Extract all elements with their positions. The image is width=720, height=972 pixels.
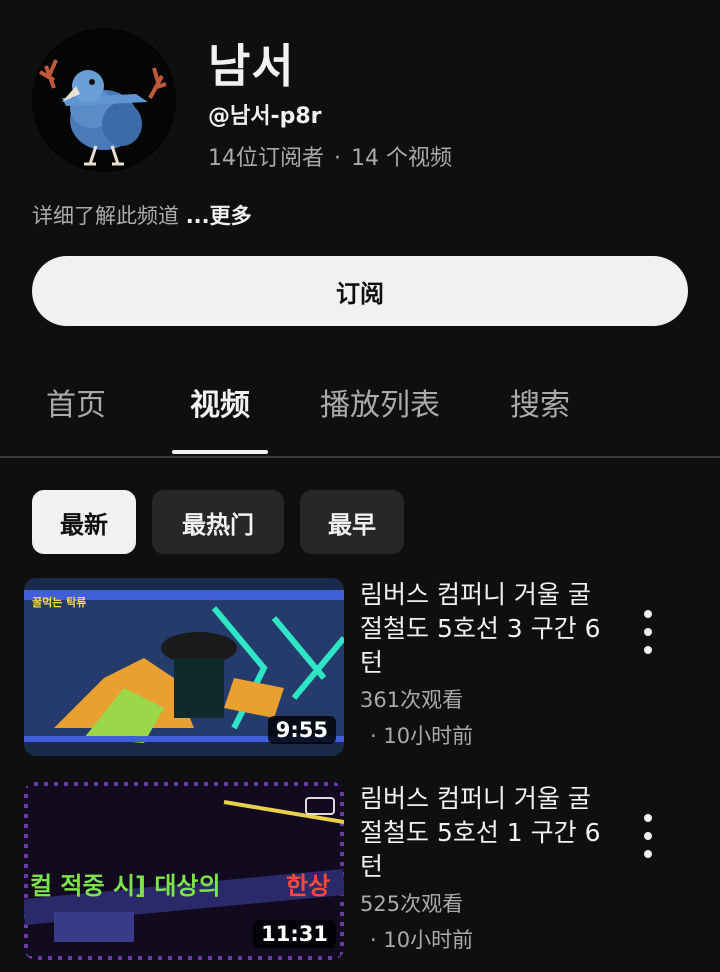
tab-videos[interactable]: 视频 — [172, 380, 268, 456]
chip-oldest[interactable]: 最早 — [300, 490, 404, 554]
video-views: 525次观看 — [360, 892, 464, 916]
active-tab-indicator — [172, 450, 268, 454]
thumbnail-caption-highlight: 한상 — [286, 872, 330, 900]
stats-separator: · — [334, 146, 341, 171]
channel-avatar[interactable] — [32, 28, 176, 172]
channel-about[interactable]: 详细了解此频道 ...更多 — [32, 200, 252, 230]
chip-latest[interactable]: 最新 — [32, 490, 136, 554]
video-thumbnail[interactable]: 컬 적중 시] 대상의 한상 11:31 — [24, 782, 344, 960]
subscriber-count: 14位订阅者 — [208, 146, 324, 171]
channel-name: 남서 — [208, 39, 295, 93]
video-duration: 9:55 — [267, 716, 336, 744]
subscribe-button[interactable]: 订阅 — [32, 256, 688, 326]
chip-popular[interactable]: 最热门 — [152, 490, 284, 554]
video-title[interactable]: 림버스 컴퍼니 거울 굴절철도 5호선 1 구간 6턴 — [360, 782, 610, 884]
video-count: 14 个视频 — [351, 146, 452, 171]
tab-playlists[interactable]: 播放列表 — [310, 380, 450, 456]
thumbnail-caption: 꿀먹는 탁류 — [32, 595, 86, 609]
tabs-divider — [0, 456, 720, 458]
avatar-bird-illustration — [32, 28, 176, 172]
video-views: 361次观看 — [360, 688, 464, 712]
video-menu-icon[interactable] — [632, 814, 664, 858]
thumbnail-caption: 컬 적중 시] 대상의 — [30, 872, 221, 900]
channel-stats: 14位订阅者 · 14 个视频 — [208, 140, 452, 172]
video-published-time: · 10小时前 — [370, 928, 474, 952]
video-published-time: · 10小时前 — [370, 724, 474, 748]
video-duration: 11:31 — [253, 920, 336, 948]
tab-home[interactable]: 首页 — [30, 380, 122, 456]
tab-search[interactable]: 搜索 — [494, 380, 586, 456]
video-menu-icon[interactable] — [632, 610, 664, 654]
channel-handle: @남서-p8r — [208, 104, 322, 129]
video-thumbnail[interactable]: 꿀먹는 탁류 9:55 — [24, 578, 344, 756]
more-link[interactable]: ...更多 — [186, 204, 252, 228]
about-text: 详细了解此频道 — [32, 204, 179, 228]
video-title[interactable]: 림버스 컴퍼니 거울 굴절철도 5호선 3 구간 6턴 — [360, 578, 610, 680]
channel-tabs: 首页 视频 播放列表 搜索 — [0, 380, 720, 456]
